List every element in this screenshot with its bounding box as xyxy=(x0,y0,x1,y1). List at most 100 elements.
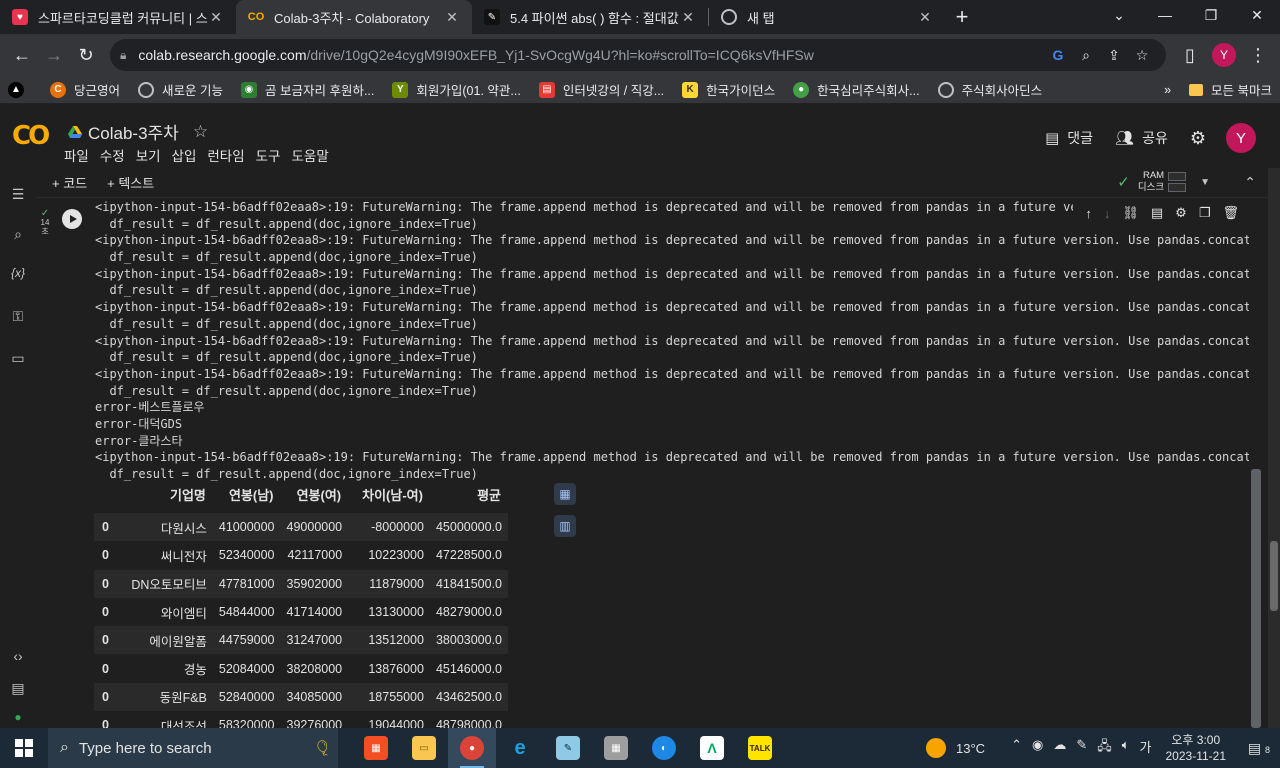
menu-file[interactable]: 파일 xyxy=(64,145,89,165)
zoom-icon[interactable]: ⌕ xyxy=(1072,47,1100,64)
close-tab-icon[interactable]: ✕ xyxy=(680,9,696,26)
menu-view[interactable]: 보기 xyxy=(136,145,161,165)
edge-app[interactable]: ◐ xyxy=(640,728,688,768)
menu-runtime[interactable]: 런타임 xyxy=(207,145,244,165)
share-button[interactable]: 👥︎ 공유 xyxy=(1115,128,1168,148)
settings-button[interactable]: ⚙ xyxy=(1190,128,1206,149)
search-icon[interactable]: ⌕ xyxy=(0,226,36,243)
link-icon[interactable]: ⛓ xyxy=(1122,205,1139,221)
colab-favicon-icon: CO xyxy=(247,11,265,23)
bookmark-item[interactable]: ● 한국심리주식회사... xyxy=(793,80,920,99)
runtime-dropdown-icon[interactable]: ▼ xyxy=(1200,177,1210,188)
chrome-menu-icon[interactable]: ⋮ xyxy=(1242,39,1274,71)
chart-suggest-icon[interactable]: ▥ xyxy=(554,515,576,537)
cell-settings-icon[interactable]: ⚙ xyxy=(1175,205,1187,221)
notebook-scrollbar[interactable] xyxy=(1268,168,1280,728)
bookmark-item[interactable]: ▲ xyxy=(8,81,32,98)
colab-logo[interactable]: CO xyxy=(12,121,50,151)
close-tab-icon[interactable]: ✕ xyxy=(208,9,224,26)
table-cell: 18755000 xyxy=(348,682,430,712)
notebook-title[interactable]: Colab-3주차 xyxy=(88,119,179,144)
profile-avatar[interactable]: Y xyxy=(1212,43,1236,67)
reload-button[interactable]: ↻ xyxy=(70,39,102,71)
tab-search-icon[interactable]: ⌄ xyxy=(1096,0,1142,30)
browser-tab[interactable]: ♥ 스파르타코딩클럽 커뮤니티 | 스 ✕ xyxy=(0,0,236,34)
store-app[interactable]: ▦ xyxy=(352,728,400,768)
network-icon[interactable]: 🖧︎ xyxy=(1097,737,1112,759)
volume-icon[interactable]: 🔈︎ xyxy=(1122,737,1130,759)
close-window-button[interactable]: ✕ xyxy=(1234,0,1280,30)
close-tab-icon[interactable]: ✕ xyxy=(444,9,460,26)
kakaotalk-app[interactable]: TALK xyxy=(736,728,784,768)
minimize-button[interactable]: — xyxy=(1142,0,1188,30)
output-scroll-thumb[interactable] xyxy=(1251,469,1261,728)
drive-icon[interactable] xyxy=(68,125,82,138)
notepad-app[interactable]: ✎ xyxy=(544,728,592,768)
taskbar-search[interactable]: ⌕ Type here to search 🎈︎ xyxy=(48,728,338,768)
secrets-key-icon[interactable]: ⚿ xyxy=(0,308,36,325)
notebook-scroll-thumb[interactable] xyxy=(1270,541,1278,611)
bookmark-item[interactable]: ▤ 인터넷강의 / 직강... xyxy=(538,80,664,99)
chrome-app[interactable]: ● xyxy=(448,728,496,768)
pen-icon[interactable]: ✎ xyxy=(1076,737,1087,759)
google-icon[interactable]: G xyxy=(1044,47,1072,63)
bookmark-item[interactable]: C 당근영어 xyxy=(50,80,120,99)
menu-edit[interactable]: 수정 xyxy=(100,145,125,165)
browser-tab[interactable]: 새 탭 ✕ xyxy=(709,0,945,34)
bookmark-item[interactable]: 주식회사아딘스 xyxy=(937,80,1042,99)
bookmark-item[interactable]: K 한국가이던스 xyxy=(682,80,775,99)
explorer-app[interactable]: ▭ xyxy=(400,728,448,768)
new-tab-button[interactable]: + xyxy=(945,0,979,34)
show-hidden-icons[interactable]: ⌃ xyxy=(1011,737,1022,759)
ime-indicator[interactable]: 가 xyxy=(1140,737,1152,759)
notifications-button[interactable]: ▤ 8 xyxy=(1244,740,1274,757)
collapse-header-icon[interactable]: ⌃ xyxy=(1244,174,1256,191)
delete-icon[interactable]: 🗑︎ xyxy=(1222,205,1239,221)
all-bookmarks-label[interactable]: 모든 북마크 xyxy=(1211,80,1272,99)
back-button[interactable]: ← xyxy=(6,39,38,71)
command-palette-icon[interactable]: ▤ xyxy=(0,680,36,697)
resource-monitor[interactable]: ✓ RAM 디스크 ▼ xyxy=(1117,170,1210,194)
add-text-button[interactable]: + 텍스트 xyxy=(107,173,154,192)
browser-tab[interactable]: ✎ 5.4 파이썬 abs( ) 함수 : 절대값 구 ✕ xyxy=(472,0,708,34)
bookmark-item[interactable]: Y 회원가입(01. 약관... xyxy=(392,80,521,99)
more-bookmarks-icon[interactable]: » xyxy=(1164,83,1171,97)
menu-tools[interactable]: 도구 xyxy=(256,145,281,165)
comment-icon[interactable]: ▤ xyxy=(1151,205,1163,221)
calculator-app[interactable]: ▦ xyxy=(592,728,640,768)
record-icon[interactable]: ◉ xyxy=(1032,737,1043,759)
run-cell-button[interactable] xyxy=(62,209,82,229)
variables-icon[interactable]: {x} xyxy=(0,266,36,280)
share-icon[interactable]: ⇪ xyxy=(1100,47,1128,64)
move-up-icon[interactable]: ↑ xyxy=(1085,206,1092,221)
code-snippets-icon[interactable]: ‹› xyxy=(0,648,36,664)
move-down-icon[interactable]: ↓ xyxy=(1104,206,1111,221)
close-tab-icon[interactable]: ✕ xyxy=(917,9,933,26)
maximize-button[interactable]: ❐ xyxy=(1188,0,1234,30)
comment-button[interactable]: ▤ 댓글 xyxy=(1045,128,1093,148)
bookmark-item[interactable]: 새로운 기능 xyxy=(138,80,223,99)
ie-app[interactable]: e xyxy=(496,728,544,768)
onedrive-cloud-icon[interactable]: ☁ xyxy=(1053,737,1066,759)
toc-icon[interactable]: ☰ xyxy=(0,186,36,203)
browser-tab-active[interactable]: CO Colab-3주차 - Colaboratory ✕ xyxy=(236,0,472,34)
weather-widget[interactable]: 13°C xyxy=(926,738,985,758)
menu-insert[interactable]: 삽입 xyxy=(172,145,197,165)
output-scrollbar[interactable] xyxy=(1249,199,1263,728)
mirror-cell-icon[interactable]: ❐ xyxy=(1199,205,1211,221)
bookmark-star-icon[interactable]: ☆ xyxy=(1128,47,1156,64)
forward-button[interactable]: → xyxy=(38,39,70,71)
clock[interactable]: 오후 3:00 2023-11-21 xyxy=(1166,732,1227,764)
add-code-button[interactable]: + 코드 xyxy=(52,173,87,192)
table-view-icon[interactable]: ▦ xyxy=(554,483,576,505)
lock-icon[interactable]: 🔒︎ xyxy=(120,48,126,63)
side-panel-icon[interactable]: ▯ xyxy=(1174,39,1206,71)
star-icon[interactable]: ☆ xyxy=(193,122,208,142)
files-folder-icon[interactable]: ▭ xyxy=(0,350,36,367)
start-button[interactable] xyxy=(0,728,48,768)
bookmark-item[interactable]: ◉ 곰 보금자리 후원하... xyxy=(241,80,374,99)
user-avatar[interactable]: Y xyxy=(1226,123,1256,153)
menu-help[interactable]: 도움말 xyxy=(291,145,328,165)
app-launcher[interactable]: Λ xyxy=(688,728,736,768)
address-bar[interactable]: 🔒︎ colab.research.google.com /drive/10gQ… xyxy=(110,39,1166,71)
